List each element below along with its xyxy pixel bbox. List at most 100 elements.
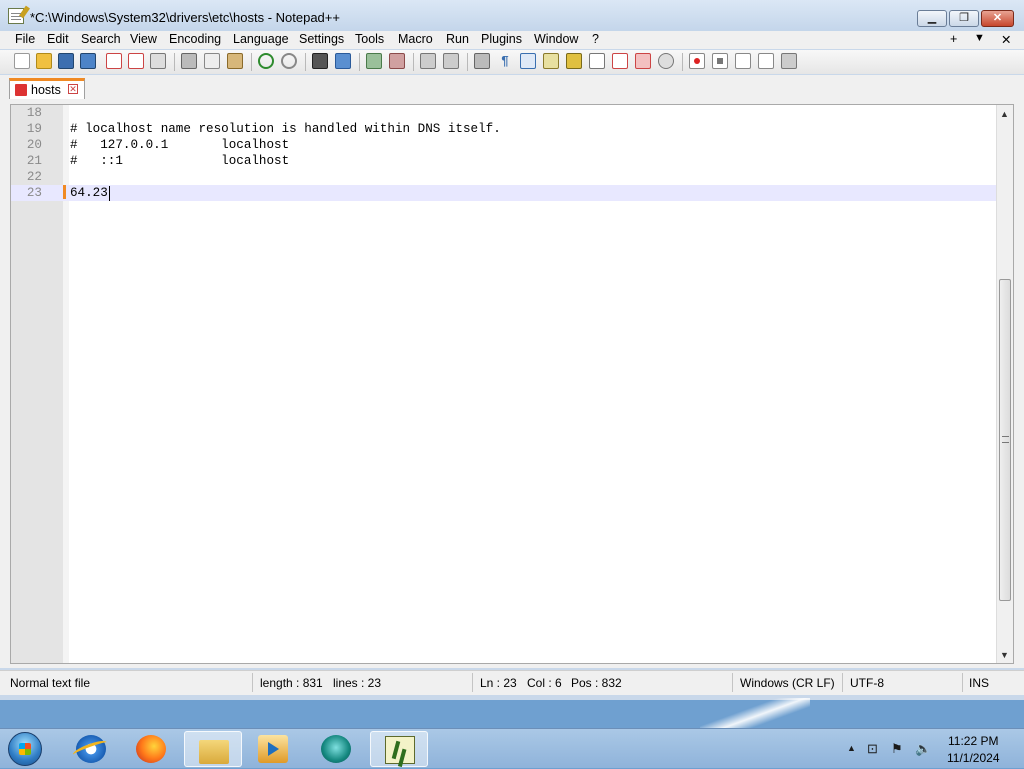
firefox-icon — [136, 735, 166, 763]
line-number: 19 — [26, 122, 42, 136]
volume-muted-icon[interactable]: 🔈 — [915, 741, 931, 757]
record-macro-icon[interactable] — [689, 53, 705, 69]
document-map-icon[interactable] — [566, 53, 582, 69]
sync-vertical-icon[interactable] — [420, 53, 436, 69]
network-icon[interactable]: ⊡ — [867, 741, 878, 757]
menu-language[interactable]: Language — [233, 32, 289, 46]
toolbar-separator — [251, 53, 252, 71]
vertical-scrollbar[interactable]: ▲ ▼ — [996, 105, 1013, 663]
editor-line[interactable]: 18 — [11, 105, 997, 121]
tab-list-dropdown-button[interactable]: ▼ — [974, 32, 985, 44]
taskbar-notepad-plus-plus[interactable] — [370, 731, 428, 767]
menu-macro[interactable]: Macro — [398, 32, 433, 46]
maximize-button[interactable]: ❐ — [949, 10, 979, 27]
paste-icon[interactable] — [227, 53, 243, 69]
taskbar-internet-explorer[interactable] — [62, 731, 120, 767]
editor-line[interactable]: 21 # ::1 localhost — [11, 153, 997, 169]
close-file-icon[interactable] — [106, 53, 122, 69]
sync-horizontal-icon[interactable] — [443, 53, 459, 69]
clock-time[interactable]: 11:22 PM — [948, 734, 998, 748]
line-text: # 127.0.0.1 localhost — [70, 138, 290, 152]
tab-close-icon[interactable]: ✕ — [68, 84, 78, 94]
monitoring-icon[interactable] — [635, 53, 651, 69]
status-position: Pos : 832 — [571, 676, 622, 690]
taskbar-chat-app[interactable] — [307, 731, 365, 767]
menu-plugins[interactable]: Plugins — [481, 32, 522, 46]
run-macro-multiple-icon[interactable] — [758, 53, 774, 69]
save-icon[interactable] — [58, 53, 74, 69]
function-list-icon[interactable] — [589, 53, 605, 69]
minimize-button[interactable]: ▁ — [917, 10, 947, 27]
title-bar[interactable]: *C:\Windows\System32\drivers\etc\hosts -… — [0, 0, 1024, 32]
open-folder-icon[interactable] — [36, 53, 52, 69]
close-button[interactable]: ✕ — [981, 10, 1014, 27]
new-tab-plus-button[interactable]: + — [950, 32, 957, 46]
internet-explorer-icon — [76, 735, 106, 763]
menu-encoding[interactable]: Encoding — [169, 32, 221, 46]
action-center-flag-icon[interactable]: ⚑ — [891, 741, 903, 757]
menu-window[interactable]: Window — [534, 32, 578, 46]
show-hidden-icons-arrow-icon[interactable]: ▲ — [847, 743, 856, 753]
save-macro-icon[interactable] — [781, 53, 797, 69]
text-editor[interactable]: 18 19 # localhost name resolution is handl… — [10, 104, 1014, 664]
replace-icon[interactable] — [335, 53, 351, 69]
undo-icon[interactable] — [258, 53, 274, 69]
media-player-icon — [258, 735, 288, 763]
user-defined-language-icon[interactable] — [543, 53, 559, 69]
view-eye-icon[interactable] — [658, 53, 674, 69]
folder-as-workspace-icon[interactable] — [612, 53, 628, 69]
status-encoding[interactable]: UTF-8 — [850, 676, 884, 690]
redo-icon[interactable] — [281, 53, 297, 69]
show-all-characters-icon[interactable]: ¶ — [497, 53, 513, 69]
save-all-icon[interactable] — [80, 53, 96, 69]
play-macro-icon[interactable] — [735, 53, 751, 69]
find-icon[interactable] — [312, 53, 328, 69]
menu-view[interactable]: View — [130, 32, 157, 46]
line-text: 64.23 — [70, 186, 108, 200]
notepad-app-icon[interactable] — [8, 8, 24, 24]
menu-search[interactable]: Search — [81, 32, 121, 46]
status-eol[interactable]: Windows (CR LF) — [740, 676, 835, 690]
toolbar-separator — [174, 53, 175, 71]
menu-run[interactable]: Run — [446, 32, 469, 46]
close-document-button[interactable]: ✕ — [1001, 32, 1011, 47]
stop-macro-icon[interactable] — [712, 53, 728, 69]
new-file-icon[interactable] — [14, 53, 30, 69]
line-number: 18 — [26, 106, 42, 120]
status-file-type: Normal text file — [10, 676, 91, 690]
menu-edit[interactable]: Edit — [47, 32, 69, 46]
tab-hosts[interactable]: hosts ✕ — [9, 78, 85, 99]
close-all-icon[interactable] — [128, 53, 144, 69]
status-separator — [252, 673, 253, 692]
copy-icon[interactable] — [204, 53, 220, 69]
scroll-down-arrow-icon[interactable]: ▼ — [1000, 650, 1009, 660]
scroll-up-arrow-icon[interactable]: ▲ — [1000, 109, 1009, 119]
editor-line[interactable]: 20 # 127.0.0.1 localhost — [11, 137, 997, 153]
line-text: # localhost name resolution is handled w… — [70, 122, 501, 136]
current-line[interactable]: 23 64.23 — [11, 185, 997, 201]
scroll-thumb[interactable] — [999, 279, 1011, 601]
clock-date[interactable]: 11/1/2024 — [947, 751, 1000, 765]
zoom-out-icon[interactable] — [389, 53, 405, 69]
menu-help[interactable]: ? — [592, 32, 599, 46]
taskbar-file-explorer[interactable] — [184, 731, 242, 767]
editor-line[interactable]: 22 — [11, 169, 997, 185]
taskbar-media-player[interactable] — [244, 731, 302, 767]
zoom-in-icon[interactable] — [366, 53, 382, 69]
menu-file[interactable]: File — [15, 32, 35, 46]
editor-line[interactable]: 19 # localhost name resolution is handled… — [11, 121, 997, 137]
taskbar-firefox[interactable] — [122, 731, 180, 767]
status-separator — [472, 673, 473, 692]
change-history-marker — [63, 185, 66, 199]
indent-guide-icon[interactable] — [520, 53, 536, 69]
line-number: 23 — [26, 186, 42, 200]
notepad-plus-plus-icon — [385, 736, 415, 764]
tab-label: hosts — [31, 83, 61, 97]
cut-icon[interactable] — [181, 53, 197, 69]
word-wrap-icon[interactable] — [474, 53, 490, 69]
window-title: *C:\Windows\System32\drivers\etc\hosts -… — [30, 10, 340, 25]
print-icon[interactable] — [150, 53, 166, 69]
start-button[interactable] — [8, 732, 42, 766]
menu-tools[interactable]: Tools — [355, 32, 384, 46]
menu-settings[interactable]: Settings — [299, 32, 344, 46]
